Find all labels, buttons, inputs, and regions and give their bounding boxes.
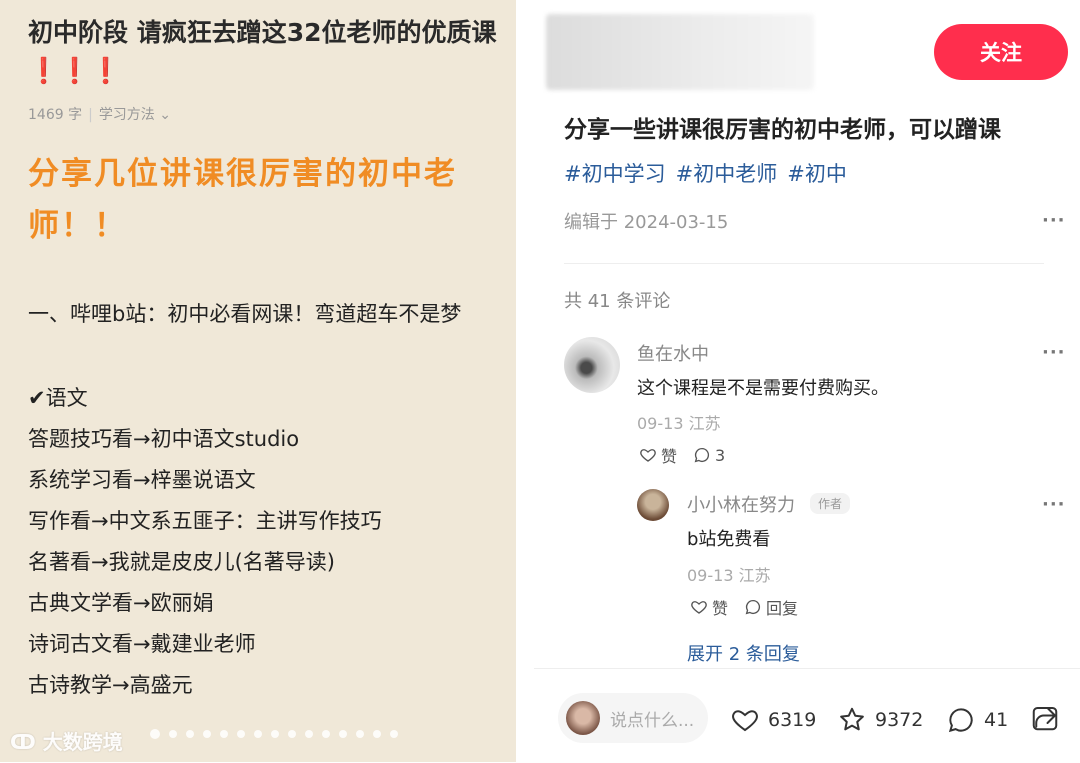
like-count: 6319: [768, 709, 817, 731]
comment-bubble-icon: [745, 599, 761, 615]
tag-list: #初中学习 #初中老师 #初中: [564, 158, 847, 188]
note-title: 初中阶段 请疯狂去蹭这32位老师的优质课❗❗❗: [28, 18, 497, 85]
word-count: 1469 字: [28, 107, 83, 123]
tag-link[interactable]: #初中老师: [676, 158, 778, 188]
divider: [564, 263, 1044, 264]
carousel-dot[interactable]: [271, 730, 279, 738]
collect-count: 9372: [875, 709, 924, 731]
more-icon[interactable]: ···: [1042, 210, 1066, 231]
carousel-dot[interactable]: [203, 730, 211, 738]
avatar[interactable]: [637, 489, 669, 521]
comment-meta: 09-13 江苏: [637, 414, 721, 433]
comment-count-bottom: 41: [984, 709, 1009, 731]
note-image[interactable]: 初中阶段 请疯狂去蹭这32位老师的优质课❗❗❗ 1469 字 | 学习方法 ⌄ 分享…: [0, 0, 516, 762]
carousel-dot[interactable]: [254, 730, 262, 738]
post-title: 分享一些讲课很厉害的初中老师，可以蹭课: [564, 117, 1001, 143]
commenter-name[interactable]: 小小林在努力: [687, 491, 795, 517]
chevron-down-icon: ⌄: [159, 107, 171, 123]
note-category: 学习方法: [98, 107, 155, 123]
watermark: ↀ 大数跨境: [10, 730, 123, 754]
more-icon[interactable]: ···: [1042, 342, 1066, 363]
comment-actions: 赞 回复: [690, 595, 798, 619]
note-meta: 1469 字 | 学习方法 ⌄: [28, 107, 171, 123]
author-info-blurred[interactable]: [546, 14, 814, 90]
carousel-dot[interactable]: [169, 730, 177, 738]
star-icon: [840, 707, 864, 731]
note-line: 古典文学看→欧丽娟: [28, 591, 214, 615]
comment-meta: 09-13 江苏: [687, 566, 771, 585]
comment-input[interactable]: 说点什么...: [558, 693, 708, 743]
like-count-button[interactable]: 6319: [730, 705, 816, 735]
carousel-dot[interactable]: [150, 729, 160, 739]
carousel-dot[interactable]: [339, 730, 347, 738]
heart-icon: [691, 601, 707, 614]
carousel-dot[interactable]: [237, 730, 245, 738]
carousel-dot[interactable]: [390, 730, 398, 738]
note-line: 名著看→我就是皮皮儿(名著导读): [28, 550, 335, 574]
share-button[interactable]: [1030, 703, 1060, 737]
commenter-name[interactable]: 鱼在水中: [637, 340, 709, 366]
carousel-dot[interactable]: [288, 730, 296, 738]
carousel-dot[interactable]: [186, 730, 194, 738]
carousel-dot[interactable]: [356, 730, 364, 738]
more-icon[interactable]: ···: [1042, 494, 1066, 515]
bottom-action-bar: 说点什么... 6319 9372 41: [534, 668, 1080, 763]
heart-icon: [732, 710, 758, 732]
reply-button[interactable]: 3: [693, 446, 725, 465]
note-line: 系统学习看→梓墨说语文: [28, 468, 256, 492]
collect-count-button[interactable]: 9372: [837, 705, 923, 735]
edit-date: 编辑于 2024-03-15: [564, 212, 729, 233]
note-heading: 分享几位讲课很厉害的初中老师！！: [28, 156, 457, 244]
note-intro: 一、哔哩b站：初中必看网课！弯道超车不是梦: [28, 302, 462, 326]
carousel-dot[interactable]: [322, 730, 330, 738]
comment-text: 这个课程是不是需要付费购买。: [637, 378, 889, 399]
expand-replies-link[interactable]: 展开 2 条回复: [687, 640, 800, 666]
comment-count-button[interactable]: 41: [946, 705, 1008, 735]
note-line: 答题技巧看→初中语文studio: [28, 427, 300, 451]
watermark-logo-icon: ↀ: [10, 730, 43, 754]
follow-button[interactable]: 关注: [934, 24, 1068, 80]
heart-icon: [640, 449, 656, 462]
avatar[interactable]: [564, 337, 620, 393]
comment-count: 共 41 条评论: [564, 291, 671, 312]
comment-bubble-icon: [948, 708, 973, 733]
tag-link[interactable]: #初中学习: [564, 158, 666, 188]
like-button[interactable]: 赞: [690, 595, 728, 619]
note-line: 古诗教学→高盛元: [28, 673, 193, 697]
carousel-dots[interactable]: [150, 729, 398, 739]
panel-divider: [516, 0, 534, 762]
avatar: [566, 701, 600, 735]
note-section: ✔语文: [28, 386, 88, 410]
note-line: 诗词古文看→戴建业老师: [28, 632, 256, 656]
carousel-dot[interactable]: [373, 730, 381, 738]
note-line: 写作看→中文系五匪子：主讲写作技巧: [28, 509, 382, 533]
carousel-dot[interactable]: [220, 730, 228, 738]
comment-text: b站免费看: [687, 529, 771, 550]
reply-button[interactable]: 回复: [744, 595, 798, 619]
note-body: 一、哔哩b站：初中必看网课！弯道超车不是梦 ✔语文 答题技巧看→初中语文stud…: [28, 294, 498, 706]
share-icon: [1032, 707, 1058, 731]
author-badge: 作者: [810, 493, 851, 514]
like-button[interactable]: 赞: [639, 443, 677, 467]
comment-input-placeholder: 说点什么...: [610, 710, 695, 731]
tag-link[interactable]: #初中: [787, 158, 847, 188]
carousel-dot[interactable]: [305, 730, 313, 738]
comment-bubble-icon: [694, 447, 710, 463]
post-panel: 关注 分享一些讲课很厉害的初中老师，可以蹭课 #初中学习 #初中老师 #初中 编…: [534, 0, 1080, 763]
comment-actions: 赞 3: [639, 443, 725, 467]
